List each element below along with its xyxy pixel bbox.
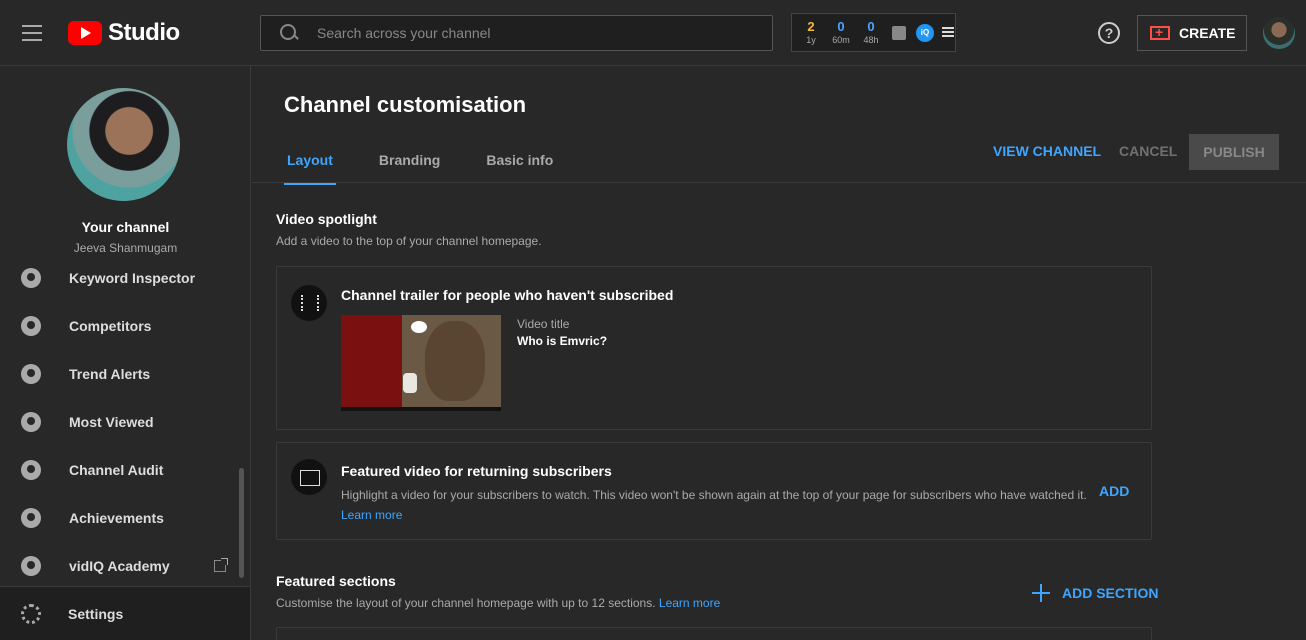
add-featured-video-button[interactable]: ADD <box>1099 483 1129 499</box>
sidebar-item-label: Most Viewed <box>69 414 154 430</box>
sidebar-item-label: Keyword Inspector <box>69 270 196 286</box>
stat-label: 48h <box>863 35 879 45</box>
card-title: Featured video for returning subscribers <box>341 463 612 479</box>
settings-label: Settings <box>68 605 124 622</box>
tab-bar: Layout Branding Basic info <box>284 148 596 185</box>
add-section-button[interactable]: ADD SECTION <box>1032 584 1158 602</box>
vidiq-icon <box>21 460 41 480</box>
featured-section-card <box>276 627 1152 640</box>
vidiq-icon <box>21 364 41 384</box>
sidebar-item-channel-audit[interactable]: Channel Audit <box>0 450 236 490</box>
vidiq-icon <box>21 316 41 336</box>
thumbnail-bubble <box>411 321 427 333</box>
sidebar-item-vidiq-academy[interactable]: vidIQ Academy <box>0 546 236 586</box>
thumbnail-face <box>425 321 485 401</box>
top-bar: Studio 2 1y 0 60m 0 48h iQ ? CREATE <box>0 0 1306 66</box>
featured-sections-subtitle: Customise the layout of your channel hom… <box>276 596 720 610</box>
cancel-button[interactable]: CANCEL <box>1119 143 1177 159</box>
sidebar-scrollbar[interactable] <box>239 468 244 578</box>
featured-sections-title: Featured sections <box>276 573 396 589</box>
film-strip-icon <box>291 285 327 321</box>
sidebar-item-settings[interactable]: Settings <box>0 586 250 640</box>
sidebar-item-most-viewed[interactable]: Most Viewed <box>0 402 236 442</box>
subtitle-text: Customise the layout of your channel hom… <box>276 596 656 610</box>
search-box[interactable] <box>260 15 773 51</box>
sidebar-item-label: Channel Audit <box>69 462 164 478</box>
help-icon[interactable]: ? <box>1098 22 1120 44</box>
sidebar-item-keyword-inspector[interactable]: Keyword Inspector <box>0 258 236 298</box>
channel-name: Jeeva Shanmugam <box>73 241 178 255</box>
sidebar-item-label: vidIQ Academy <box>69 558 170 574</box>
learn-more-link[interactable]: Learn more <box>659 596 720 610</box>
vidiq-stat[interactable]: 0 48h <box>856 20 886 45</box>
featured-video-card: Featured video for returning subscribers… <box>276 442 1152 540</box>
sidebar-item-trend-alerts[interactable]: Trend Alerts <box>0 354 236 394</box>
publish-button[interactable]: PUBLISH <box>1189 134 1279 170</box>
channel-trailer-card: Channel trailer for people who haven't s… <box>276 266 1152 430</box>
video-title-label: Video title <box>517 317 570 331</box>
sidebar-item-label: Competitors <box>69 318 152 334</box>
external-link-icon <box>214 558 228 572</box>
vidiq-logo-icon[interactable]: iQ <box>916 23 934 42</box>
learn-more-link[interactable]: Learn more <box>341 508 402 522</box>
stat-label: 1y <box>806 35 816 45</box>
create-video-icon <box>1150 24 1170 40</box>
view-channel-button[interactable]: VIEW CHANNEL <box>993 143 1101 159</box>
video-title: Who is Emvric? <box>517 334 608 348</box>
vidiq-toolbar: 2 1y 0 60m 0 48h iQ <box>791 13 956 52</box>
account-avatar[interactable] <box>1263 17 1295 49</box>
tab-layout[interactable]: Layout <box>284 148 336 185</box>
video-spotlight-subtitle: Add a video to the top of your channel h… <box>276 234 542 248</box>
sidebar-item-label: Achievements <box>69 510 164 526</box>
vidiq-icon <box>21 508 41 528</box>
vidiq-menu-icon[interactable] <box>942 26 954 39</box>
page-title: Channel customisation <box>284 92 527 117</box>
vidiq-stat[interactable]: 2 1y <box>796 20 826 45</box>
logo-text: Studio <box>108 19 180 46</box>
video-add-icon <box>291 459 327 495</box>
search-icon <box>279 23 299 43</box>
search-input[interactable] <box>317 25 757 41</box>
sidebar-item-achievements[interactable]: Achievements <box>0 498 236 538</box>
create-button[interactable]: CREATE <box>1137 15 1247 51</box>
thumbnail-bar <box>341 407 501 411</box>
stat-value: 2 <box>807 19 815 34</box>
tab-branding[interactable]: Branding <box>376 148 443 185</box>
youtube-play-icon <box>68 21 102 45</box>
divider <box>252 182 1306 183</box>
bar-chart-icon[interactable] <box>892 25 906 40</box>
channel-avatar[interactable] <box>67 88 180 201</box>
stat-value: 0 <box>867 19 875 34</box>
vidiq-icon <box>21 412 41 432</box>
menu-icon[interactable] <box>22 25 42 41</box>
add-section-label: ADD SECTION <box>1062 585 1159 601</box>
vidiq-icon <box>21 268 41 288</box>
plus-icon <box>1032 584 1050 602</box>
sidebar-item-label: Trend Alerts <box>69 366 151 382</box>
vidiq-icon <box>21 556 41 576</box>
studio-logo[interactable]: Studio <box>68 19 180 46</box>
description-text: Highlight a video for your subscribers t… <box>341 488 1087 502</box>
video-thumbnail[interactable] <box>341 315 501 411</box>
stat-label: 60m <box>832 35 850 45</box>
stat-value: 0 <box>837 19 845 34</box>
gear-icon <box>21 603 41 624</box>
tab-basic-info[interactable]: Basic info <box>483 148 556 185</box>
main-content: Channel customisation Layout Branding Ba… <box>252 66 1306 640</box>
card-description: Highlight a video for your subscribers t… <box>341 485 1091 525</box>
sidebar: Your channel Jeeva Shanmugam Keyword Ins… <box>0 66 251 640</box>
vidiq-stat[interactable]: 0 60m <box>826 20 856 45</box>
create-label: CREATE <box>1179 25 1236 41</box>
thumbnail-lamp <box>403 373 417 393</box>
your-channel-label: Your channel <box>81 219 170 235</box>
card-title: Channel trailer for people who haven't s… <box>341 287 674 303</box>
video-spotlight-title: Video spotlight <box>276 211 377 227</box>
sidebar-item-competitors[interactable]: Competitors <box>0 306 236 346</box>
